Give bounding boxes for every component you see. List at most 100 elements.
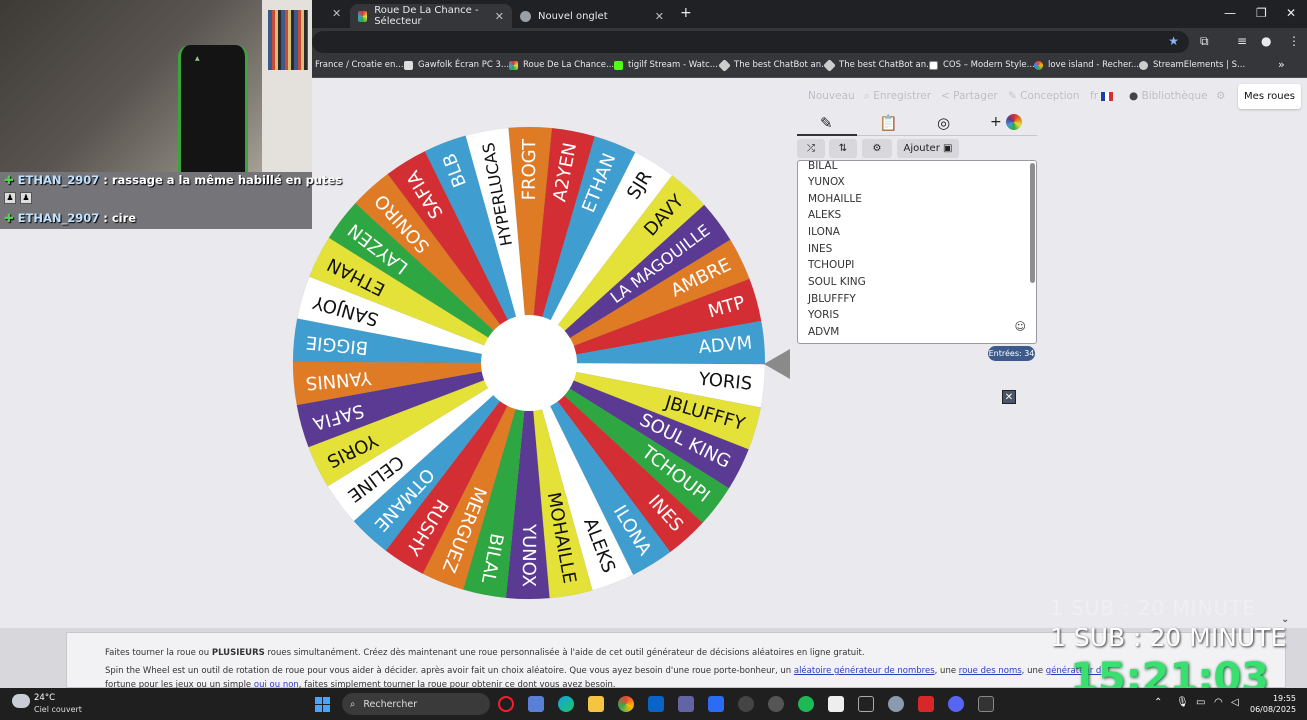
search-icon: ⌕: [350, 698, 356, 710]
weather-temp[interactable]: 24°C: [34, 693, 55, 703]
link-name-wheel[interactable]: roue des noms: [959, 666, 1022, 676]
emote-icon: ♟: [20, 192, 32, 204]
menu-nouveau[interactable]: Nouveau: [808, 90, 855, 102]
capcut-icon[interactable]: [858, 696, 874, 712]
monitor-icon[interactable]: ▭: [1196, 697, 1205, 708]
menu-bibliotheque[interactable]: ● Bibliothèque: [1129, 90, 1208, 102]
microphone-icon[interactable]: 🎙: [1176, 697, 1189, 708]
entry-line: TCHOUPI: [808, 259, 855, 271]
mod-badge-icon: ✚: [4, 173, 14, 187]
taskbar-clock[interactable]: 19:55 06/08/2025: [1250, 693, 1296, 715]
tab-results[interactable]: 📋: [879, 114, 898, 132]
weather-desc[interactable]: Ciel couvert: [34, 705, 82, 714]
discord-icon[interactable]: [948, 696, 964, 712]
entry-line: JBLUFFFY: [808, 293, 856, 305]
shuffle-button[interactable]: ⤮: [797, 139, 825, 158]
new-tab-button[interactable]: +: [680, 5, 692, 21]
maximize-icon[interactable]: ❐: [1256, 6, 1267, 20]
taskbar-search-input[interactable]: ⌕ Rechercher: [342, 693, 490, 715]
reading-list-icon[interactable]: ≡: [1237, 34, 1247, 48]
app-icon[interactable]: [708, 696, 724, 712]
wheel-segment-label: FROGT: [519, 138, 540, 200]
bookmark-item[interactable]: The best ChatBot an...: [823, 58, 934, 72]
windows-start-icon[interactable]: [315, 697, 330, 712]
app-icon[interactable]: [978, 696, 994, 712]
chevron-up-icon[interactable]: ⌃: [1154, 697, 1162, 708]
volume-icon[interactable]: ◁: [1231, 697, 1239, 708]
bookmark-item[interactable]: love island - Recher...: [1034, 60, 1139, 70]
url-input[interactable]: ★: [312, 31, 1189, 53]
clipboard-icon: 📋: [879, 114, 898, 132]
image-icon: ▣: [943, 143, 953, 154]
sort-button[interactable]: ⇅: [829, 139, 857, 158]
file-explorer-icon[interactable]: [588, 696, 604, 712]
close-window-icon[interactable]: ✕: [1286, 6, 1296, 20]
add-wheel-button[interactable]: +: [990, 114, 1023, 130]
menu-enregistrer[interactable]: ⌕ Enregistrer: [864, 90, 931, 103]
minimize-icon[interactable]: —: [1224, 6, 1236, 20]
edge-icon[interactable]: [558, 696, 574, 712]
outlook-icon[interactable]: [648, 696, 664, 712]
settings-icon[interactable]: ⚙: [1216, 90, 1225, 102]
wheel-favicon-icon: [509, 60, 518, 70]
tab-roue-de-la-chance[interactable]: Roue De La Chance - Sélecteur ✕: [350, 4, 512, 28]
star-icon[interactable]: ★: [1168, 34, 1179, 48]
bookmark-item[interactable]: Roue De La Chance...: [509, 60, 614, 70]
link-random-number[interactable]: aléatoire générateur de nombres: [794, 666, 935, 676]
shuffle-icon: ⤮: [807, 143, 815, 154]
ajouter-image-button[interactable]: Ajouter ▣: [897, 139, 959, 158]
chair-logo: ▲: [195, 55, 200, 62]
tab-nouvel-onglet[interactable]: Nouvel onglet ✕: [512, 4, 672, 28]
app-icon[interactable]: [828, 696, 844, 712]
globe-icon: [520, 10, 531, 22]
app-icon[interactable]: [918, 696, 934, 712]
menu-conception[interactable]: ✎ Conception: [1008, 90, 1080, 102]
bookmark-item[interactable]: COS – Modern Style...: [929, 60, 1035, 70]
tab-close-icon[interactable]: ✕: [332, 7, 341, 20]
emoji-icon[interactable]: ☺: [1015, 320, 1026, 333]
description-line: Spin the Wheel est un outil de rotation …: [105, 666, 1102, 676]
tab-close-icon[interactable]: ✕: [495, 10, 504, 23]
kick-icon: [614, 60, 623, 70]
advanced-button[interactable]: ⚙: [862, 139, 892, 158]
bookmark-item[interactable]: Gawfolk Écran PC 3...: [404, 60, 509, 70]
wheel-center-hub[interactable]: [481, 315, 577, 411]
entries-scrollbar[interactable]: [1030, 163, 1035, 283]
steam-icon[interactable]: [888, 696, 904, 712]
mes-roues-button[interactable]: Mes roues: [1238, 84, 1301, 109]
share-icon: <: [941, 90, 954, 102]
bookmark-item[interactable]: tigilf Stream - Watc...: [614, 60, 718, 70]
profile-icon[interactable]: ●: [1261, 34, 1271, 48]
app-icon[interactable]: [528, 696, 544, 712]
menu-language[interactable]: fr: [1090, 90, 1114, 102]
close-ad-icon[interactable]: ✕: [1002, 390, 1016, 404]
bookmark-item[interactable]: StreamElements | S...: [1139, 60, 1245, 70]
tab-hidden[interactable]: ◎: [937, 114, 950, 132]
description-line: Faites tourner la roue ou PLUSIEURS roue…: [105, 648, 865, 658]
entries-textarea[interactable]: BILAL YUNOX MOHAILLE ALEKS ILONA INES TC…: [797, 160, 1037, 344]
tab-edit[interactable]: ✎: [820, 114, 833, 132]
bookmark-item[interactable]: The best ChatBot an...: [718, 58, 829, 72]
bookmarks-more-icon[interactable]: »: [1278, 58, 1285, 71]
menu-partager[interactable]: < Partager: [941, 90, 998, 102]
chrome-icon[interactable]: [618, 696, 634, 712]
wheel-pointer: [764, 349, 790, 379]
sort-icon: ⇅: [838, 143, 848, 154]
app-icon[interactable]: [738, 696, 754, 712]
bookmark-item[interactable]: France / Croatie en...: [315, 60, 404, 70]
tab-label: Nouvel onglet: [538, 10, 608, 22]
tab-close-icon[interactable]: ✕: [655, 10, 664, 23]
active-tab-indicator: [797, 134, 857, 136]
wheel-of-fortune[interactable]: FROGT A2YENETHAN SJRDAVYLA MAGOUILLEAMBREM…: [285, 125, 773, 601]
wifi-icon[interactable]: ◠: [1214, 697, 1223, 708]
emote-icon: ♟: [4, 192, 16, 204]
opera-icon[interactable]: [498, 696, 514, 712]
spotify-icon[interactable]: [798, 696, 814, 712]
chatbot-icon: [718, 58, 731, 72]
extensions-icon[interactable]: ⧉: [1200, 34, 1209, 49]
browser-menu-icon[interactable]: ⋮: [1288, 34, 1300, 48]
sub-goal-shadow: 1 SUB : 20 MINUTE: [1050, 596, 1257, 620]
entry-line: ILONA: [808, 226, 840, 238]
teams-icon[interactable]: [678, 696, 694, 712]
app-icon[interactable]: [768, 696, 784, 712]
